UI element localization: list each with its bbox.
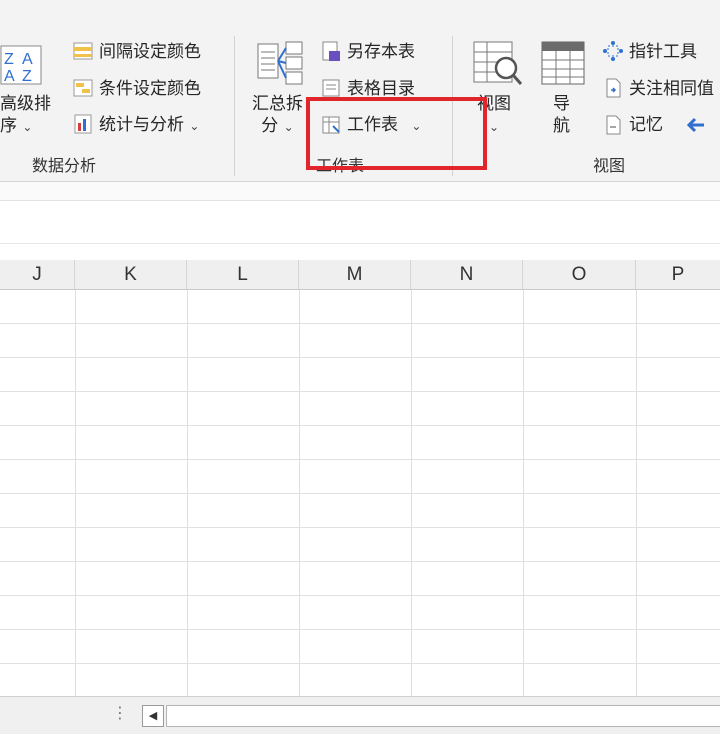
sheet-toc-button[interactable]: 表格目录 (347, 79, 415, 99)
formula-bar[interactable] (0, 200, 720, 244)
save-as-sheet-button[interactable]: 另存本表 (347, 42, 415, 62)
column-header-p[interactable]: P (636, 260, 720, 290)
summarize-split-icon (256, 40, 304, 86)
summarize-split-label-2: 分 (261, 116, 279, 136)
highlight-box (306, 97, 487, 170)
column-header-l[interactable]: L (187, 260, 299, 290)
column-header-n[interactable]: N (411, 260, 523, 290)
grid-line (0, 493, 720, 494)
grid-line (0, 663, 720, 664)
back-arrow-icon[interactable] (684, 114, 708, 136)
interval-color-icon (72, 40, 94, 62)
grid-line (0, 595, 720, 596)
pointer-tool-icon (602, 40, 624, 62)
group-label-view: 视图 (593, 156, 626, 175)
navigation-button[interactable]: 导 航 (553, 93, 570, 137)
chevron-down-icon: ⌄ (283, 120, 294, 134)
summarize-split-button[interactable]: 汇总拆 分 ⌄ (252, 93, 303, 138)
sheet-tab-bar: ⋮ ◀ (0, 696, 720, 734)
sheet-toc-icon (320, 77, 342, 99)
advanced-sort-label-1: 高级排 (0, 94, 51, 114)
watch-same-value-button[interactable]: 关注相同值 (629, 79, 714, 99)
save-sheet-icon (320, 40, 342, 62)
stats-analysis-label: 统计与分析 (99, 115, 184, 135)
view-magnify-icon (472, 40, 524, 88)
condition-color-button[interactable]: 条件设定颜色 (99, 79, 201, 99)
memory-icon (602, 114, 624, 136)
group-separator (234, 36, 235, 176)
column-header-k[interactable]: K (75, 260, 187, 290)
grid-line (0, 527, 720, 528)
navigation-icon (540, 40, 586, 88)
chevron-down-icon: ⌄ (488, 120, 500, 134)
column-header-m[interactable]: M (299, 260, 411, 290)
scroll-left-icon[interactable]: ◀ (142, 705, 164, 727)
grid-line (0, 357, 720, 358)
navigation-label-1: 导 (553, 94, 570, 114)
advanced-sort-button[interactable]: 高级排 序 ⌄ (0, 93, 51, 138)
svg-text:A: A (22, 51, 33, 68)
cell-grid[interactable] (0, 290, 720, 696)
column-header-j[interactable]: J (0, 260, 75, 290)
svg-text:A: A (4, 68, 15, 85)
interval-color-button[interactable]: 间隔设定颜色 (99, 42, 201, 62)
grid-line (0, 629, 720, 630)
navigation-label-2: 航 (553, 116, 570, 136)
grid-line (0, 561, 720, 562)
svg-text:Z: Z (4, 51, 14, 68)
stats-analysis-button[interactable]: 统计与分析 ⌄ (99, 115, 199, 136)
summarize-split-label-1: 汇总拆 (252, 94, 303, 114)
condition-color-icon (72, 77, 94, 99)
advanced-sort-label-2: 序 (0, 116, 17, 136)
chevron-down-icon: ⌄ (189, 119, 200, 133)
chevron-down-icon: ⌄ (22, 120, 33, 134)
ribbon-spacer (0, 182, 720, 200)
memory-button[interactable]: 记忆 (629, 115, 663, 135)
split-handle-icon[interactable]: ⋮ (112, 703, 128, 722)
watch-same-icon (602, 77, 624, 99)
pointer-tool-button[interactable]: 指针工具 (629, 42, 697, 62)
svg-text:Z: Z (22, 68, 32, 85)
stats-icon (72, 113, 94, 135)
horizontal-scrollbar[interactable] (166, 705, 720, 727)
group-label-data-analysis: 数据分析 (32, 156, 97, 175)
grid-line (0, 323, 720, 324)
column-header-o[interactable]: O (523, 260, 636, 290)
grid-line (0, 459, 720, 460)
grid-line (0, 425, 720, 426)
grid-line (0, 391, 720, 392)
sort-az-icon: Z A A Z (0, 42, 46, 88)
